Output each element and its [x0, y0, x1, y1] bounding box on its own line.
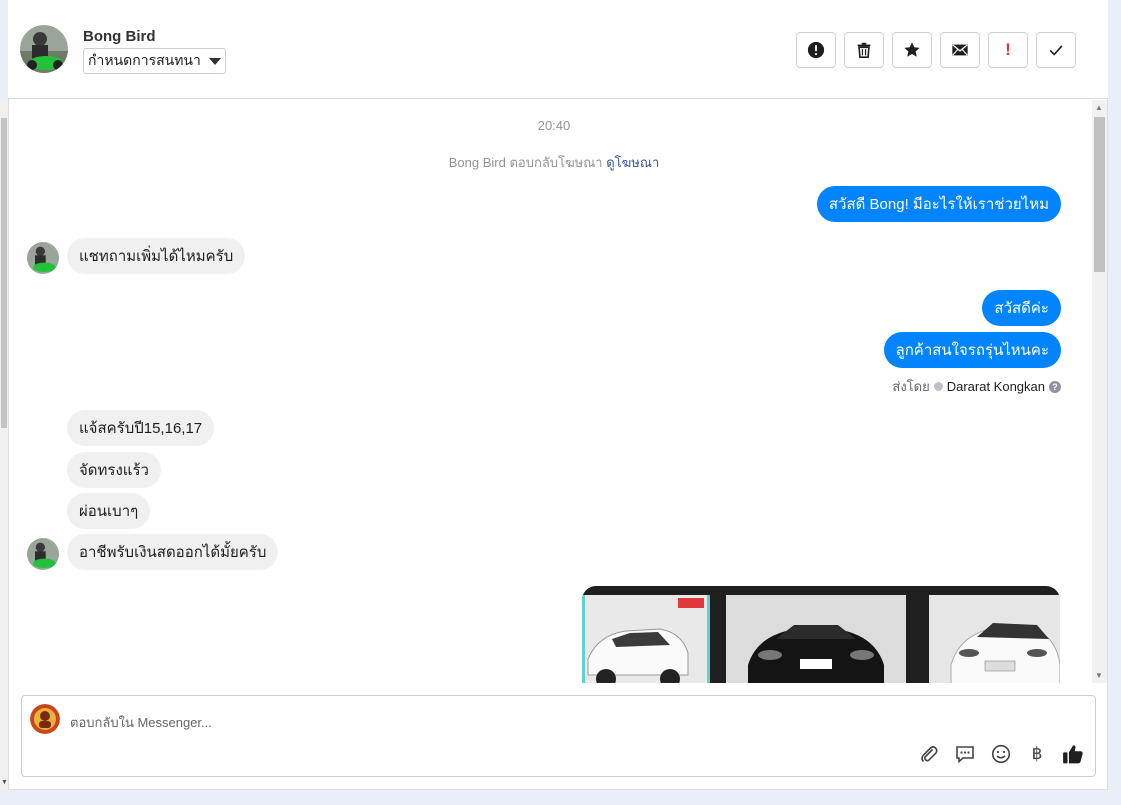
- caret-down-icon: [208, 57, 221, 65]
- view-ad-link[interactable]: ดูโฆษณา: [606, 155, 659, 170]
- page-avatar: [30, 704, 60, 734]
- message-bubble-incoming[interactable]: จัดทรงแร้ว: [67, 452, 161, 488]
- star-button[interactable]: [892, 32, 932, 68]
- ad-reply-text: Bong Bird ตอบกลับโฆษณา: [448, 155, 603, 170]
- mark-done-button[interactable]: [1036, 32, 1076, 68]
- ad-reply-note: Bong Bird ตอบกลับโฆษณา ดูโฆษณา: [9, 152, 1092, 173]
- exclamation-icon: !: [1005, 40, 1011, 59]
- scroll-up-arrow[interactable]: ▲: [1095, 103, 1103, 112]
- contact-message-avatar[interactable]: [27, 538, 59, 570]
- agent-name[interactable]: Dararat Kongkan: [947, 379, 1045, 394]
- message-bubble-incoming[interactable]: อาชีพรับเงินสดออกได้มั้ยครับ: [67, 534, 279, 570]
- mark-unread-button[interactable]: [940, 32, 980, 68]
- help-icon[interactable]: ?: [1049, 380, 1061, 393]
- thumbs-up-icon: [1063, 745, 1083, 764]
- car-image-carousel[interactable]: [582, 586, 1060, 683]
- emoji-icon: [991, 744, 1011, 764]
- message-thread[interactable]: 20:40 Bong Bird ตอบกลับโฆษณา ดูโฆษณา สวั…: [9, 100, 1092, 683]
- envelope-icon: [952, 44, 968, 56]
- send-like-button[interactable]: [1061, 742, 1085, 766]
- left-scrollbar-down-arrow[interactable]: ▼: [1, 779, 8, 786]
- alert-circle-icon: [807, 41, 825, 59]
- star-icon: [904, 42, 920, 57]
- message-bubble-incoming[interactable]: ผ่อนเบาๆ: [67, 493, 151, 529]
- conversation-actions: !: [796, 32, 1076, 68]
- left-scrollbar-thumb[interactable]: [1, 118, 7, 428]
- reply-input[interactable]: ตอบกลับใน Messenger...: [70, 712, 212, 733]
- message-scrollbar-thumb[interactable]: [1094, 117, 1105, 272]
- reply-composer[interactable]: ตอบกลับใน Messenger... ฿: [21, 695, 1096, 777]
- message-thread-scrollbar[interactable]: ▲ ▼: [1092, 100, 1107, 683]
- saved-replies-button[interactable]: [953, 742, 977, 766]
- scroll-down-arrow[interactable]: ▼: [1095, 671, 1103, 680]
- contact-avatar[interactable]: [20, 25, 68, 73]
- mark-spam-button[interactable]: [796, 32, 836, 68]
- message-bubble-incoming[interactable]: แจ้สครับปี15,16,17: [67, 410, 215, 446]
- car-photo-black[interactable]: [726, 595, 906, 683]
- agent-status-icon: [933, 382, 943, 391]
- car-photo-white-2[interactable]: [929, 595, 1060, 683]
- emoji-button[interactable]: [989, 742, 1013, 766]
- sent-by-line: ส่งโดย Dararat Kongkan ?: [892, 376, 1061, 397]
- message-bubble-outgoing[interactable]: สวัสดีค่ะ: [982, 290, 1061, 326]
- sent-by-prefix: ส่งโดย: [892, 379, 930, 394]
- message-bubble-incoming[interactable]: แชทถามเพิ่มได้ไหมครับ: [67, 238, 246, 274]
- conversation-header: Bong Bird กำหนดการสนทนา !: [8, 0, 1108, 99]
- message-bubble-outgoing[interactable]: ลูกค้าสนใจรถรุ่นไหนคะ: [883, 332, 1061, 368]
- paperclip-icon: [921, 746, 938, 763]
- contact-name: Bong Bird: [83, 28, 156, 45]
- car-photo-white-1[interactable]: [582, 595, 710, 683]
- follow-up-button[interactable]: !: [988, 32, 1028, 68]
- delete-button[interactable]: [844, 32, 884, 68]
- attach-file-button[interactable]: [917, 742, 941, 766]
- checkmark-icon: [1049, 45, 1063, 56]
- timestamp: 20:40: [537, 118, 571, 133]
- assign-conversation-label: กำหนดการสนทนา: [88, 52, 201, 68]
- saved-reply-icon: [956, 746, 974, 764]
- assign-conversation-dropdown[interactable]: กำหนดการสนทนา: [83, 48, 226, 74]
- message-bubble-outgoing[interactable]: สวัสดี Bong! มีอะไรให้เราช่วยไหม: [816, 186, 1061, 222]
- composer-toolbar: ฿: [917, 742, 1085, 766]
- trash-icon: [857, 42, 871, 59]
- contact-message-avatar[interactable]: [27, 242, 59, 274]
- payment-button[interactable]: ฿: [1025, 742, 1049, 766]
- baht-icon: ฿: [1031, 744, 1043, 763]
- left-panel-scrollbar[interactable]: ▼: [0, 100, 8, 790]
